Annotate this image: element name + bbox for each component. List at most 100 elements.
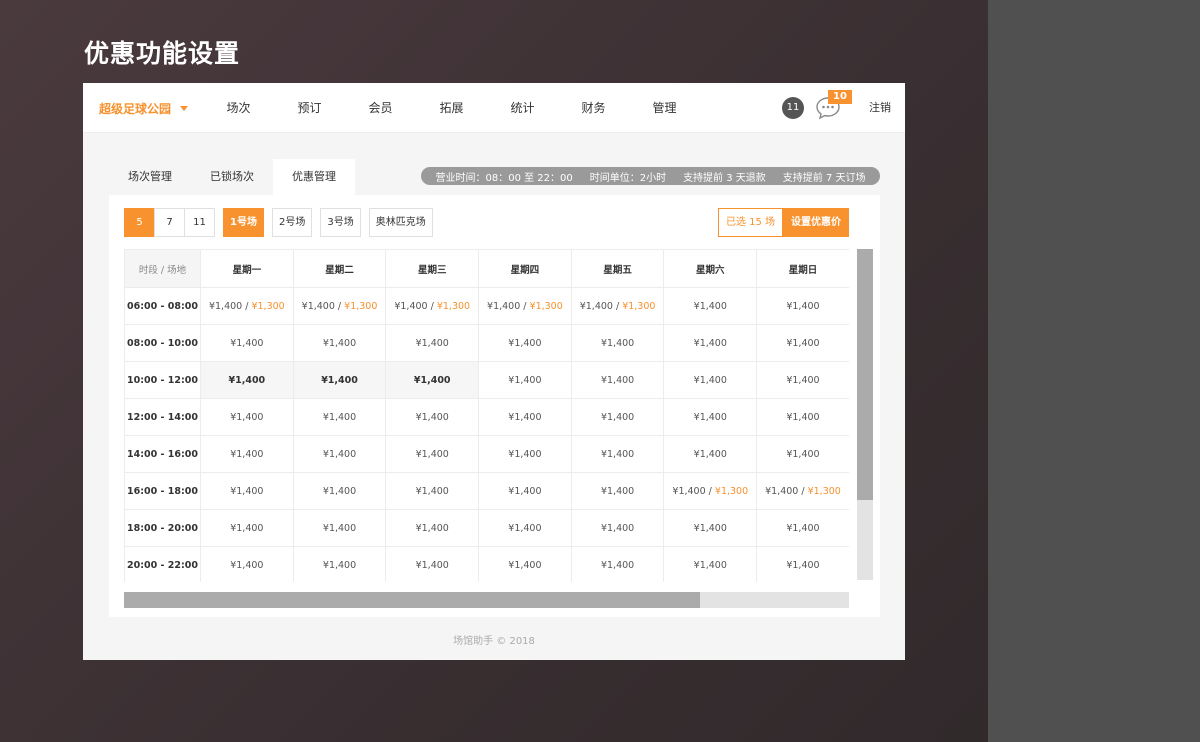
price-cell[interactable]: ¥1,400 [200, 509, 294, 547]
tab-locked-sessions[interactable]: 已锁场次 [191, 159, 273, 195]
day-option-7[interactable]: 7 [154, 208, 185, 237]
nav-item-finance[interactable]: 财务 [558, 83, 629, 133]
price-cell[interactable]: ¥1,400 [292, 361, 387, 399]
price-cell[interactable]: ¥1,400 [478, 472, 572, 510]
price-cell[interactable]: ¥1,400 [385, 546, 480, 582]
tab-discount-manage[interactable]: 优惠管理 [273, 159, 355, 195]
price-cell[interactable]: ¥1,400 [292, 472, 387, 510]
price-cell[interactable]: ¥1,400 [663, 398, 758, 436]
vertical-scroll-thumb[interactable] [857, 249, 873, 500]
price-cell[interactable]: ¥1,400 [292, 435, 387, 473]
discount-price-value: ¥1,300 [344, 300, 378, 312]
user-avatar[interactable]: 11 [782, 97, 804, 119]
price-cell[interactable]: ¥1,400 [570, 472, 665, 510]
price-cell[interactable]: ¥1,400 [478, 509, 572, 547]
price-cell[interactable]: ¥1,400 / ¥1,300 [200, 287, 294, 325]
price-cell[interactable]: ¥1,400 [570, 546, 665, 582]
day-option-5[interactable]: 5 [124, 208, 155, 237]
nav-item-stats[interactable]: 统计 [487, 83, 558, 133]
price-cell[interactable]: ¥1,400 [663, 435, 758, 473]
price-value: ¥1,400 [600, 485, 635, 497]
price-cell[interactable]: ¥1,400 [570, 324, 665, 362]
price-cell[interactable]: ¥1,400 / ¥1,300 [385, 287, 480, 325]
price-cell[interactable]: ¥1,400 [385, 435, 480, 473]
price-cell[interactable]: ¥1,400 [385, 509, 480, 547]
price-cell[interactable]: ¥1,400 [292, 398, 387, 436]
price-cell[interactable]: ¥1,400 [200, 361, 294, 399]
table-row: 16:00 - 18:00 ¥1,400 ¥1,400 ¥1,400 ¥1,400 ¥1,… [124, 472, 849, 510]
price-cell[interactable]: ¥1,400 [756, 324, 849, 362]
price-cell[interactable]: ¥1,400 [756, 361, 849, 399]
price-cell[interactable]: ¥1,400 [663, 361, 758, 399]
price-cell[interactable]: ¥1,400 [663, 546, 758, 582]
price-cell[interactable]: ¥1,400 [478, 398, 572, 436]
price-cell[interactable]: ¥1,400 [570, 361, 665, 399]
price-cell[interactable]: ¥1,400 [663, 287, 758, 325]
nav-item-members[interactable]: 会员 [345, 83, 416, 133]
day-range-selector: 5 7 11 [124, 208, 215, 237]
price-value: ¥1,400 [508, 374, 542, 386]
price-cell[interactable]: ¥1,400 [292, 324, 387, 362]
price-cell[interactable]: ¥1,400 [200, 435, 294, 473]
price-cell[interactable]: ¥1,400 [292, 546, 387, 582]
table-row: 10:00 - 12:00 ¥1,400 ¥1,400 ¥1,400 ¥1,400 ¥1,… [124, 361, 849, 399]
price-cell[interactable]: ¥1,400 [478, 361, 572, 399]
price-cell[interactable]: ¥1,400 [570, 398, 665, 436]
price-cell[interactable]: ¥1,400 [385, 398, 480, 436]
price-value: ¥1,400 [600, 337, 635, 349]
corner-header: 时段 / 场地 [124, 249, 201, 288]
vertical-scrollbar[interactable] [857, 249, 873, 580]
price-cell[interactable]: ¥1,400 / ¥1,300 [756, 472, 849, 510]
price-value: ¥1,400 [600, 411, 635, 423]
logout-link[interactable]: 注销 [869, 83, 891, 133]
price-cell[interactable]: ¥1,400 [385, 472, 480, 510]
discount-price-value: ¥1,300 [251, 300, 285, 312]
nav-item-manage[interactable]: 管理 [629, 83, 700, 133]
price-cell[interactable]: ¥1,400 [200, 546, 294, 582]
price-cell[interactable]: ¥1,400 [756, 287, 849, 325]
price-cell[interactable]: ¥1,400 [756, 435, 849, 473]
court-option-1[interactable]: 1号场 [223, 208, 264, 237]
price-cell[interactable]: ¥1,400 [570, 509, 665, 547]
price-value: ¥1,400 [322, 485, 357, 497]
price-cell[interactable]: ¥1,400 [200, 324, 294, 362]
price-cell[interactable]: ¥1,400 [663, 324, 758, 362]
table-row: 06:00 - 08:00 ¥1,400 / ¥1,300 ¥1,400 / ¥1,… [124, 287, 849, 325]
price-value: ¥1,400 [693, 411, 727, 423]
price-cell[interactable]: ¥1,400 [478, 435, 572, 473]
set-discount-price-button[interactable]: 设置优惠价 [783, 208, 849, 237]
nav-item-extend[interactable]: 拓展 [416, 83, 487, 133]
price-cell[interactable]: ¥1,400 [478, 324, 572, 362]
day-option-11[interactable]: 11 [184, 208, 215, 237]
venue-selector[interactable]: 超级足球公园 [99, 83, 189, 133]
discount-price-value: ¥1,300 [622, 300, 656, 312]
price-value: ¥1,400 [394, 300, 428, 312]
price-cell[interactable]: ¥1,400 / ¥1,300 [292, 287, 387, 325]
price-value: ¥1,400 [693, 559, 727, 571]
price-cell[interactable]: ¥1,400 [385, 324, 480, 362]
price-cell[interactable]: ¥1,400 [385, 361, 480, 399]
nav-item-booking[interactable]: 预订 [274, 83, 345, 133]
price-cell[interactable]: ¥1,400 / ¥1,300 [478, 287, 572, 325]
price-cell[interactable]: ¥1,400 [756, 398, 849, 436]
price-cell[interactable]: ¥1,400 [756, 509, 849, 547]
price-cell[interactable]: ¥1,400 [570, 435, 665, 473]
price-cell[interactable]: ¥1,400 / ¥1,300 [663, 472, 758, 510]
court-option-olympic[interactable]: 奥林匹克场 [368, 208, 433, 237]
court-option-2[interactable]: 2号场 [271, 208, 313, 237]
nav-item-sessions[interactable]: 场次 [203, 83, 274, 133]
price-value: ¥1,400 [786, 411, 820, 423]
tab-session-manage[interactable]: 场次管理 [109, 159, 191, 195]
price-cell[interactable]: ¥1,400 [478, 546, 572, 582]
price-cell[interactable]: ¥1,400 / ¥1,300 [570, 287, 665, 325]
table-header-row: 时段 / 场地 星期一 星期二 星期三 星期四 星期五 星期六 星期日 [124, 249, 849, 288]
price-cell[interactable]: ¥1,400 [200, 472, 294, 510]
horizontal-scrollbar[interactable] [124, 592, 849, 608]
horizontal-scroll-thumb[interactable] [124, 592, 700, 608]
price-cell[interactable]: ¥1,400 [292, 509, 387, 547]
schedule-table-container: 时段 / 场地 星期一 星期二 星期三 星期四 星期五 星期六 星期日 06:00 - 08… [124, 249, 849, 582]
price-cell[interactable]: ¥1,400 [200, 398, 294, 436]
price-cell[interactable]: ¥1,400 [756, 546, 849, 582]
price-cell[interactable]: ¥1,400 [663, 509, 758, 547]
court-option-3[interactable]: 3号场 [320, 208, 361, 237]
